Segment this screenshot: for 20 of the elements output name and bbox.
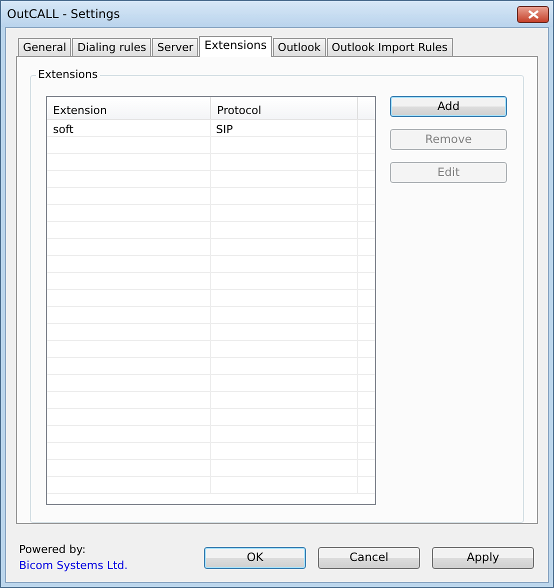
tab[interactable]: General [18, 38, 72, 56]
close-icon [528, 10, 538, 18]
tab[interactable]: Extensions [199, 36, 272, 57]
extensions-list[interactable]: Extension Protocol soft SIP [46, 96, 376, 505]
table-cell: soft [47, 120, 211, 136]
close-button[interactable] [517, 6, 549, 22]
column-header[interactable]: Extension [47, 97, 211, 119]
tab[interactable]: Outlook Import Rules [326, 38, 453, 56]
window-title: OutCALL - Settings [7, 6, 120, 23]
tab[interactable]: Dialing rules [72, 38, 152, 56]
dialog-button[interactable]: OK [204, 547, 306, 569]
company-link[interactable]: Bicom Systems Ltd. [19, 558, 128, 574]
column-header[interactable]: Protocol [211, 97, 358, 119]
dialog-button[interactable]: Cancel [318, 547, 420, 569]
dialog-button[interactable]: Apply [432, 547, 534, 569]
action-button[interactable]: Add [390, 96, 507, 117]
powered-by-label: Powered by: [19, 542, 87, 558]
tab[interactable]: Server [152, 38, 198, 56]
tab[interactable]: Outlook [272, 38, 326, 56]
table-cell: SIP [211, 120, 358, 136]
